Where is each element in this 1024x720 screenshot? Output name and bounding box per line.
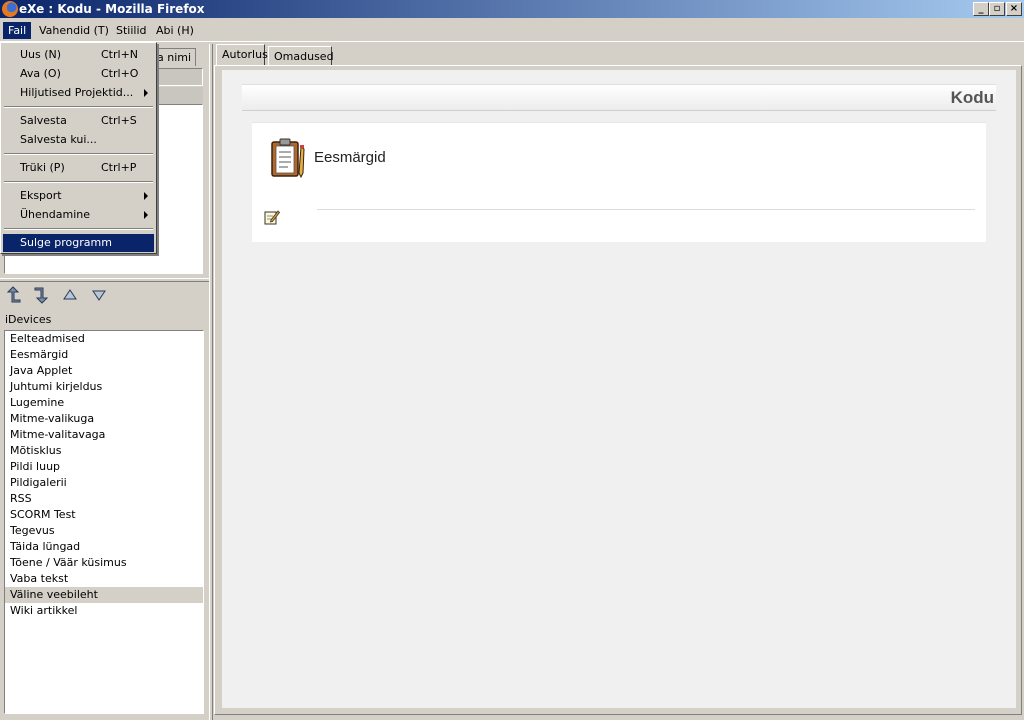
idevice-list-item[interactable]: Pildigalerii	[5, 475, 203, 491]
idevice-list-item[interactable]: Täida lüngad	[5, 539, 203, 555]
idevice-list-item[interactable]: Juhtumi kirjeldus	[5, 379, 203, 395]
horizontal-splitter[interactable]	[0, 278, 209, 282]
menu-item-save-as[interactable]: Salvesta kui...	[3, 131, 154, 149]
close-button[interactable]: ×	[1006, 2, 1022, 16]
idevice-list-item[interactable]: SCORM Test	[5, 507, 203, 523]
maximize-button[interactable]: ▫	[989, 2, 1005, 16]
menu-item-print[interactable]: Trüki (P) Ctrl+P	[3, 159, 154, 177]
submenu-arrow-icon	[144, 192, 148, 200]
clipboard-objectives-icon	[271, 138, 305, 179]
idevice-list-item[interactable]: Tegevus	[5, 523, 203, 539]
idevice-list-item[interactable]: Eesmärgid	[5, 347, 203, 363]
idevice-list-item[interactable]: Lugemine	[5, 395, 203, 411]
idevice-title: Eesmärgid	[314, 149, 386, 166]
menu-separator	[4, 181, 153, 183]
tab-authoring[interactable]: Autorlus	[216, 44, 268, 67]
menu-item-recent-projects[interactable]: Hiljutised Projektid...	[3, 84, 154, 102]
idevices-list: Eelteadmised Eesmärgid Java Applet Juhtumi …	[4, 330, 204, 714]
idevices-label: iDevices	[5, 313, 52, 326]
minimize-button[interactable]: _	[973, 2, 989, 16]
menu-item-export[interactable]: Eksport	[3, 187, 154, 205]
idevice-list-item[interactable]: Pildi luup	[5, 459, 203, 475]
demote-icon[interactable]	[33, 286, 51, 304]
tab-properties[interactable]: Omadused	[268, 46, 334, 66]
menu-separator	[4, 228, 153, 230]
menu-item-merge[interactable]: Ühendamine	[3, 206, 154, 224]
menu-help[interactable]: Abi (H)	[151, 22, 199, 39]
idevice-list-item[interactable]: Mitme-valikuga	[5, 411, 203, 427]
menu-file[interactable]: Fail	[3, 22, 32, 39]
document-header: Kodu	[242, 84, 996, 111]
menu-item-open[interactable]: Ava (O) Ctrl+O	[3, 65, 154, 83]
idevice-list-item[interactable]: RSS	[5, 491, 203, 507]
idevice-block: Eesmärgid	[252, 122, 986, 242]
idevice-divider	[317, 209, 975, 210]
idevice-list-item[interactable]: Java Applet	[5, 363, 203, 379]
menu-item-new[interactable]: Uus (N) Ctrl+N	[3, 46, 154, 64]
page-title: Kodu	[950, 88, 994, 107]
idevice-list-item[interactable]: Väline veebileht	[5, 587, 203, 603]
idevice-list-item[interactable]: Vaba tekst	[5, 571, 203, 587]
menu-tools[interactable]: Vahendid (T)	[34, 22, 114, 39]
outline-tab[interactable]: a nimi	[152, 48, 197, 66]
promote-icon[interactable]	[4, 286, 22, 304]
window-title: eXe : Kodu - Mozilla Firefox	[19, 2, 205, 16]
file-menu-dropdown: Uus (N) Ctrl+N Ava (O) Ctrl+O Hiljutised P…	[0, 42, 157, 254]
menu-bar: Fail Vahendid (T) Stiilid Abi (H)	[0, 18, 1024, 42]
outline-move-toolbar	[0, 284, 209, 306]
idevice-list-item[interactable]: Mõtisklus	[5, 443, 203, 459]
move-up-icon[interactable]	[61, 286, 79, 304]
idevice-list-item[interactable]: Tõene / Väär küsimus	[5, 555, 203, 571]
submenu-arrow-icon	[144, 211, 148, 219]
vertical-splitter[interactable]	[209, 44, 213, 720]
idevice-list-item[interactable]: Wiki artikkel	[5, 603, 203, 619]
idevice-list-item[interactable]: Mitme-valitavaga	[5, 427, 203, 443]
idevice-list-item[interactable]: Eelteadmised	[5, 331, 203, 347]
move-down-icon[interactable]	[90, 286, 108, 304]
menu-separator	[4, 153, 153, 155]
edit-icon[interactable]	[264, 209, 280, 225]
menu-item-save[interactable]: Salvesta Ctrl+S	[3, 112, 154, 130]
menu-item-quit[interactable]: Sulge programm	[3, 234, 154, 252]
submenu-arrow-icon	[144, 89, 148, 97]
menu-styles[interactable]: Stiilid	[111, 22, 152, 39]
title-bar: eXe : Kodu - Mozilla Firefox _ ▫ ×	[0, 0, 1024, 18]
menu-separator	[4, 106, 153, 108]
firefox-icon	[2, 1, 18, 17]
